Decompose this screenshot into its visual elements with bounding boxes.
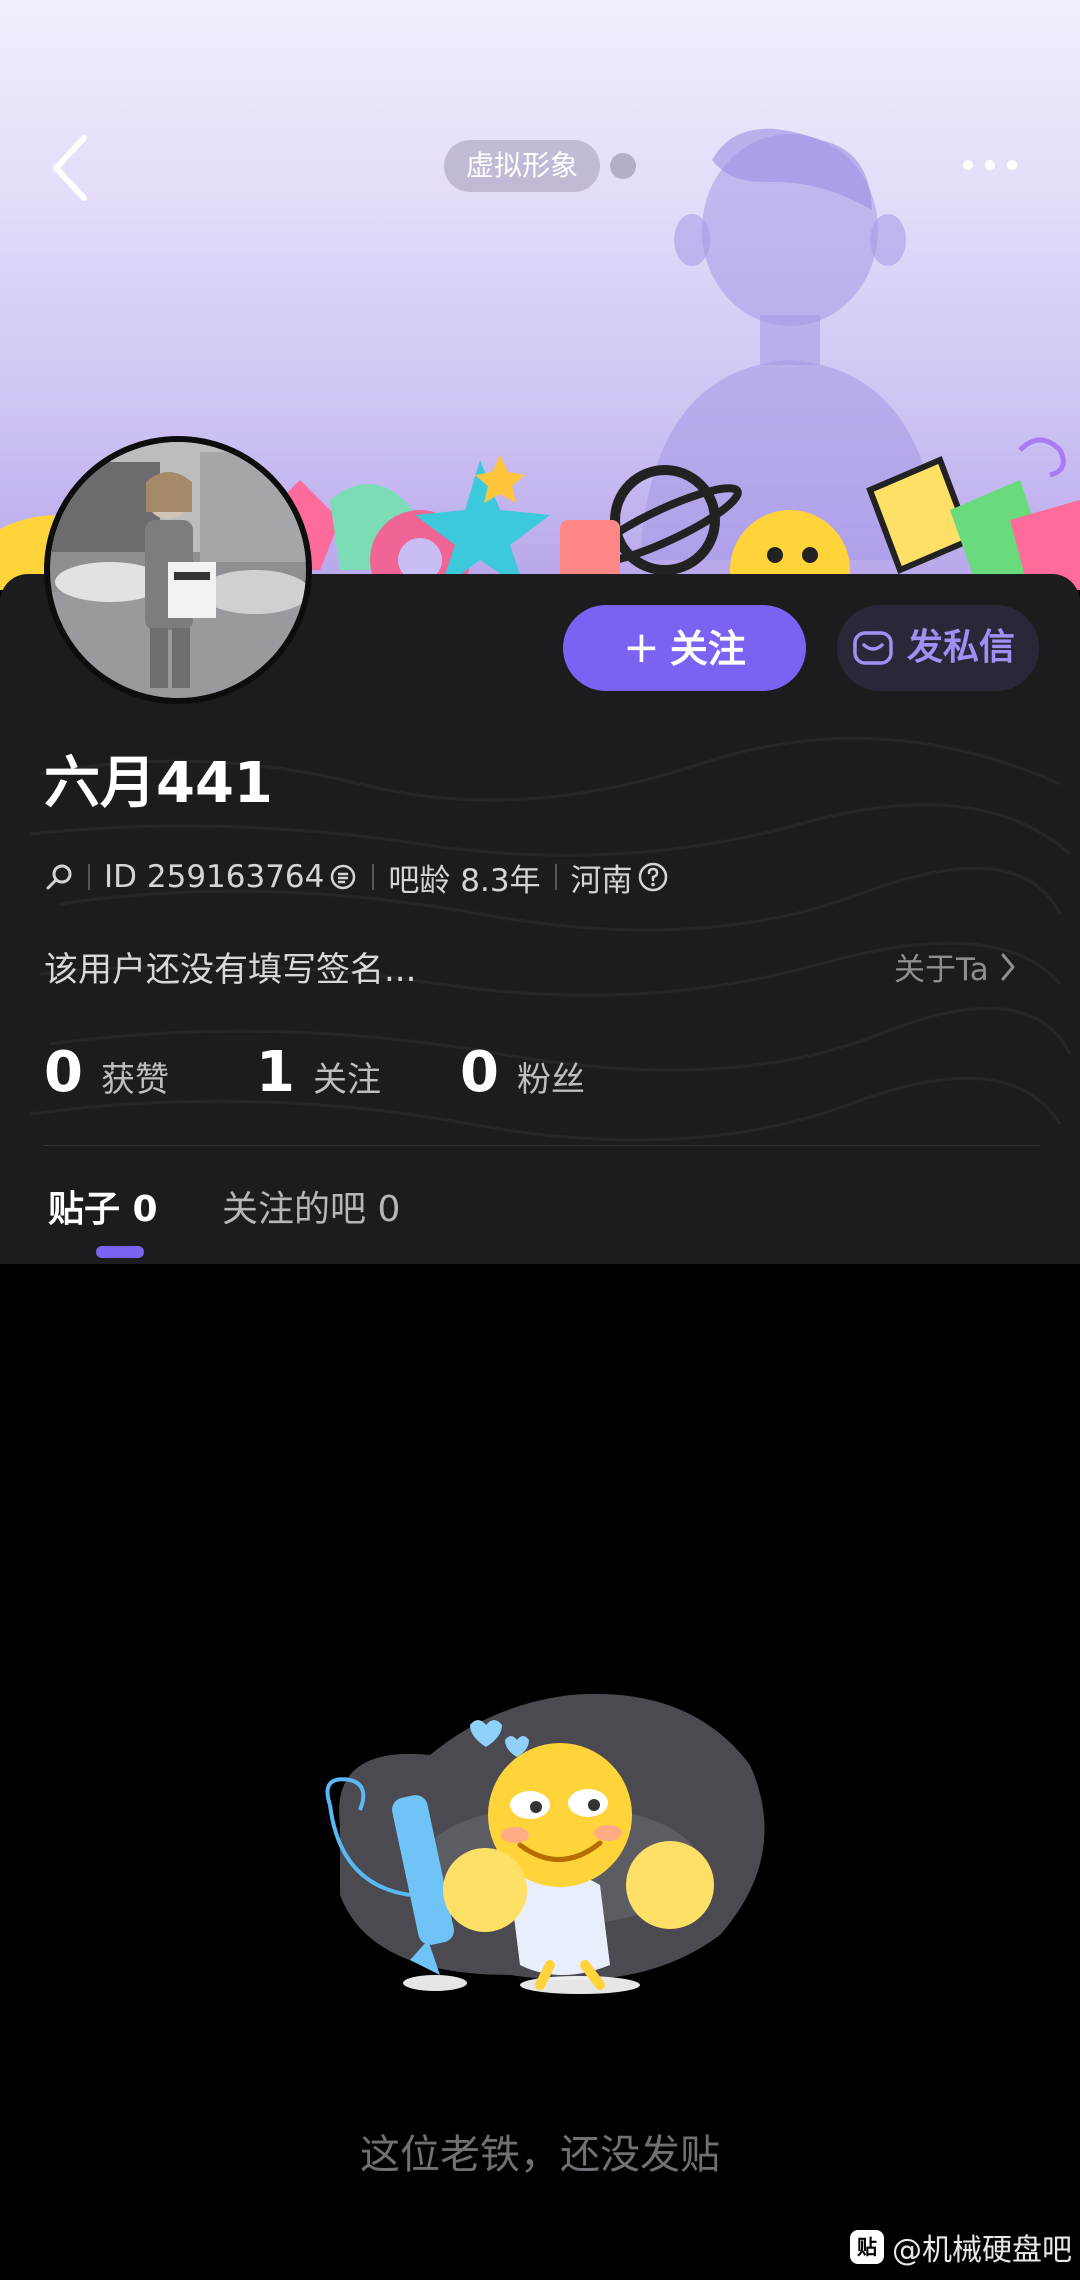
divider bbox=[44, 1145, 1040, 1146]
tab-followed-bars[interactable]: 关注的吧 0 bbox=[222, 1180, 400, 1232]
empty-state-message: 这位老铁，还没发贴 bbox=[360, 2132, 720, 2178]
about-label: 关于Ta bbox=[894, 952, 989, 988]
watermark: 贴 @机械硬盘吧 bbox=[850, 2225, 1072, 2269]
back-arrow-icon[interactable] bbox=[48, 132, 92, 204]
about-link[interactable]: 关于Ta bbox=[894, 944, 1017, 989]
bar-age: 吧龄 8.3年 bbox=[388, 862, 541, 899]
stat-likes[interactable]: 0 获赞 bbox=[44, 1040, 169, 1105]
chevron-right-icon bbox=[1001, 953, 1015, 980]
question-icon[interactable] bbox=[637, 861, 669, 893]
pill-dot bbox=[610, 153, 636, 179]
meta-separator bbox=[88, 864, 90, 890]
mail-icon bbox=[853, 631, 893, 665]
follow-button[interactable]: + 关注 bbox=[563, 605, 806, 691]
profile-meta-row: ID 259163764 吧龄 8.3年 河南 bbox=[44, 855, 669, 899]
meta-separator bbox=[554, 864, 557, 890]
location: 河南 bbox=[570, 862, 633, 899]
stat-label: 粉丝 bbox=[516, 1060, 585, 1100]
stat-followers[interactable]: 0 粉丝 bbox=[460, 1040, 585, 1105]
user-id: ID 259163764 bbox=[104, 859, 325, 895]
tab-indicator bbox=[96, 1246, 144, 1258]
stat-label: 关注 bbox=[312, 1060, 381, 1100]
send-message-button[interactable]: 发私信 bbox=[837, 605, 1039, 691]
send-message-label: 发私信 bbox=[907, 627, 1016, 668]
username: 六月441 bbox=[44, 751, 273, 816]
stat-following[interactable]: 1 关注 bbox=[256, 1040, 381, 1105]
tab-posts[interactable]: 贴子 0 bbox=[48, 1180, 158, 1232]
stat-value: 0 bbox=[460, 1040, 499, 1105]
virtual-avatar-pill[interactable]: 虚拟形象 bbox=[444, 140, 601, 192]
profile-screen: 虚拟形象 + 关注 发私信 六月441 ID 259163764 吧龄 8.3年… bbox=[0, 0, 1080, 2280]
plus-icon: + bbox=[623, 622, 660, 673]
stat-value: 0 bbox=[44, 1040, 83, 1105]
signature: 该用户还没有填写签名... bbox=[44, 950, 417, 990]
follow-label: 关注 bbox=[669, 627, 746, 671]
avatar[interactable] bbox=[44, 436, 312, 704]
meta-separator bbox=[372, 864, 375, 890]
search-icon[interactable] bbox=[44, 862, 74, 892]
tieba-logo-icon: 贴 bbox=[850, 2230, 884, 2264]
watermark-text: @机械硬盘吧 bbox=[892, 2233, 1072, 2268]
copy-icon[interactable] bbox=[328, 862, 358, 892]
stat-label: 获赞 bbox=[100, 1060, 169, 1100]
stat-value: 1 bbox=[256, 1040, 295, 1105]
empty-state-illustration bbox=[325, 1693, 765, 1994]
more-dots-icon[interactable] bbox=[958, 140, 1022, 190]
